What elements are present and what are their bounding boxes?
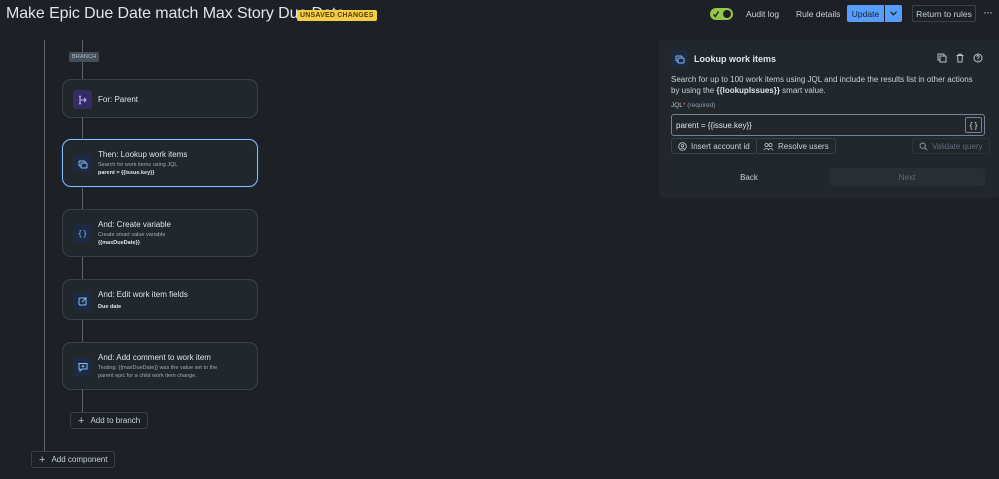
card-create-variable[interactable]: { } And: Create variable Create smart va… [62,209,258,257]
search-icon [919,142,928,151]
plus-icon: + [39,453,46,466]
card-detail: Due date [98,304,122,310]
add-component-label: Add component [51,455,108,464]
rule-details-button[interactable]: Rule details [796,9,840,19]
update-button[interactable]: Update [847,5,884,22]
card-subtitle: Create smart value variable [98,232,166,238]
jql-value: parent = {{issue.key}} [676,120,752,130]
resolve-users-button[interactable]: Resolve users [756,138,836,154]
back-button[interactable]: Back [671,168,827,186]
branch-icon [73,90,92,109]
card-subtitle-cont: parent epic for a child work item change… [98,373,197,379]
card-title: For: Parent [98,95,139,104]
edit-icon [73,291,92,310]
rule-title[interactable]: Make Epic Due Date match Max Story Due D… [6,5,345,23]
smart-value-braces-button[interactable]: { } [965,117,982,133]
delete-icon[interactable] [955,53,965,63]
toggle-knob [723,10,731,18]
users-icon [763,142,774,150]
insert-account-id-button[interactable]: Insert account id [671,138,757,154]
card-detail: parent = {{issue.key}} [98,170,155,176]
card-edit-work-item-fields[interactable]: And: Edit work item fields Due date [62,279,258,320]
jql-label: JQL* (required) [671,102,716,109]
card-title: And: Edit work item fields [98,290,188,299]
braces-icon: { } [73,224,92,243]
plus-icon: + [78,414,85,427]
update-dropdown-button[interactable] [885,5,902,22]
more-options-icon[interactable]: ··· [983,5,993,19]
resolve-users-label: Resolve users [778,141,829,151]
card-subtitle: Search for work items using JQL [98,162,178,168]
audit-log-button[interactable]: Audit log [746,9,779,19]
account-icon [678,141,687,151]
add-to-branch-button[interactable]: + Add to branch [70,412,149,429]
rule-enabled-toggle[interactable] [710,8,733,20]
jql-input[interactable]: parent = {{issue.key}} { } [671,114,985,136]
main-connector-line [44,40,45,452]
card-title: And: Create variable [98,220,171,229]
duplicate-icon[interactable] [937,53,947,63]
add-to-branch-label: Add to branch [90,416,141,425]
card-add-comment[interactable]: And: Add comment to work item Testing: {… [62,342,258,390]
return-to-rules-button[interactable]: Return to rules [912,5,976,22]
card-title: And: Add comment to work item [98,353,211,362]
insert-account-id-label: Insert account id [691,141,750,151]
card-title: Then: Lookup work items [98,150,188,159]
validate-query-label: Validate query [932,141,983,151]
add-component-button[interactable]: + Add component [31,451,116,468]
unsaved-changes-badge: UNSAVED CHANGES [297,10,377,21]
panel-title: Lookup work items [694,54,777,64]
card-for-parent[interactable]: For: Parent [62,79,258,118]
next-button[interactable]: Next [829,168,985,186]
lookup-icon [671,50,688,67]
validate-query-button[interactable]: Validate query [912,138,990,154]
help-icon[interactable] [973,53,983,63]
check-icon [713,11,719,18]
chevron-down-icon [890,11,897,16]
lookup-icon [73,154,92,173]
panel-description: Search for up to 100 work items using JQ… [671,75,973,95]
branch-tag: BRANCH [69,52,100,62]
component-config-panel: Lookup work items Search for up to 100 w… [659,40,999,198]
card-subtitle: Testing: {{maxDueDate}} was the value se… [98,365,218,371]
card-lookup-work-items[interactable]: Then: Lookup work items Search for work … [62,139,258,187]
comment-icon [73,357,92,376]
card-detail: {{maxDueDate}} [98,240,140,246]
